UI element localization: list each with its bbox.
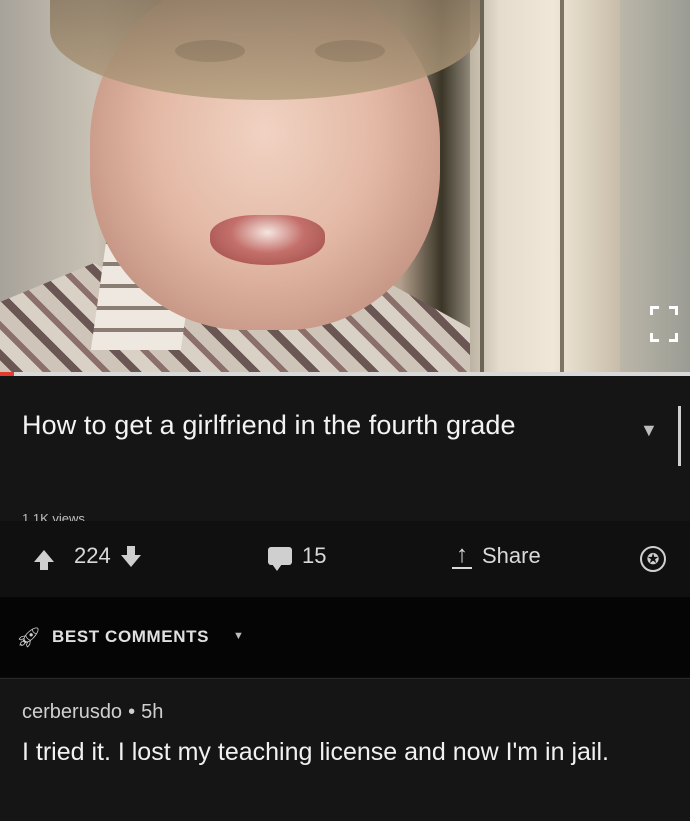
chevron-down-icon[interactable]: ▼ xyxy=(233,630,244,642)
comment-bubble-icon xyxy=(268,547,292,571)
video-frame-door-edge xyxy=(480,0,484,372)
vote-group: 224 xyxy=(34,543,141,570)
comments-button[interactable]: 15 xyxy=(268,543,327,571)
video-frame-mouth xyxy=(210,215,325,265)
comment-count: 15 xyxy=(302,543,327,568)
post-actions-bar: 224 15 ↑ Share ✪ xyxy=(0,521,690,597)
sort-dropdown[interactable]: BEST COMMENTS xyxy=(52,627,209,647)
upvote-count: 224 xyxy=(74,543,111,568)
scrollbar[interactable] xyxy=(678,406,681,466)
post-header: How to get a girlfriend in the fourth gr… xyxy=(0,376,690,521)
comment-age: 5h xyxy=(141,701,164,723)
view-count: 1.1K views xyxy=(22,512,85,521)
share-button[interactable]: ↑ Share xyxy=(452,543,541,569)
post-title[interactable]: How to get a girlfriend in the fourth gr… xyxy=(22,406,582,444)
video-frame-door-edge xyxy=(560,0,564,372)
rocket-sort-icon[interactable]: 🚀︎ xyxy=(16,625,41,650)
share-label: Share xyxy=(482,543,541,568)
comment-item: cerberusdo • 5h I tried it. I lost my teac… xyxy=(0,678,690,821)
video-player[interactable] xyxy=(0,0,690,372)
comment-author[interactable]: cerberusdo xyxy=(22,701,122,723)
fullscreen-icon[interactable] xyxy=(650,306,678,342)
comment-sort-bar: 🚀︎ BEST COMMENTS ▼ xyxy=(0,597,690,677)
downvote-arrow-icon[interactable] xyxy=(120,546,141,567)
award-icon[interactable]: ✪ xyxy=(640,546,666,572)
share-upload-icon: ↑ xyxy=(452,543,472,569)
upvote-arrow-icon[interactable] xyxy=(34,550,54,570)
video-frame-background-door xyxy=(470,0,620,372)
comment-meta: cerberusdo • 5h xyxy=(22,701,163,724)
chevron-down-icon[interactable]: ▼ xyxy=(640,420,658,441)
meta-separator: • xyxy=(128,701,136,723)
comment-body: I tried it. I lost my teaching license a… xyxy=(22,738,609,766)
